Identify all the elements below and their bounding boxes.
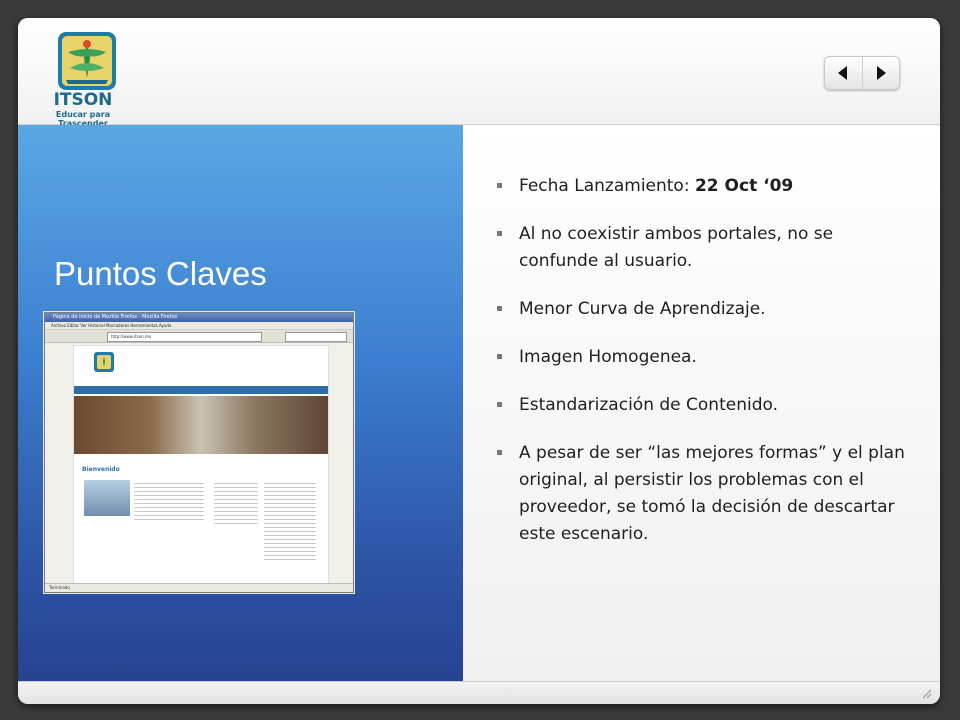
bullet-marker-icon [497,183,502,188]
screenshot-page-photo [74,396,328,454]
logo-title: ITSON [53,90,113,110]
bullet-text: Fecha Lanzamiento: [519,176,695,196]
slide-title: Puntos Claves [54,255,267,292]
previous-slide-button[interactable] [825,57,862,89]
screenshot-status-bar: Terminado [45,583,353,592]
screenshot-page-nav-banner [74,386,328,394]
bullet-list: Fecha Lanzamiento: 22 Oct ‘09 Al no coex… [497,173,917,569]
next-slide-button[interactable] [861,57,900,89]
triangle-right-icon [876,66,886,80]
firefox-screenshot-image: Página de Inicio de Mozilla Firefox - Mo… [44,312,354,593]
bullet-item: Menor Curva de Aprendizaje. [497,296,917,323]
resize-grip-icon[interactable] [920,687,932,699]
bullet-text: Menor Curva de Aprendizaje. [519,299,766,319]
bullet-item: Imagen Homogenea. [497,344,917,371]
slide-navigation [824,56,900,90]
bullet-marker-icon [497,354,502,359]
bullet-marker-icon [497,231,502,236]
bullet-item: Estandarización de Contenido. [497,392,917,419]
bullet-marker-icon [497,450,502,455]
screenshot-page-thumbnail [84,480,130,516]
bullet-marker-icon [497,306,502,311]
screenshot-web-page: Bienvenido [73,345,329,585]
logo-subtitle-line1: Educar para [55,110,111,119]
screenshot-url-bar: http://www.itson.mx [107,332,262,342]
bullet-text: Imagen Homogenea. [519,347,697,367]
bullet-text: Estandarización de Contenido. [519,395,778,415]
bullet-text: A pesar de ser “las mejores formas” y el… [519,443,905,544]
content-panel: Fecha Lanzamiento: 22 Oct ‘09 Al no coex… [463,125,940,681]
bullet-text: Al no coexistir ambos portales, no se co… [519,224,834,271]
screenshot-page-link-list-1 [214,480,258,526]
left-panel: Puntos Claves Página de Inicio de Mozill… [18,125,463,704]
bullet-item: Al no coexistir ambos portales, no se co… [497,221,917,275]
screenshot-menu-bar: Archivo Editar Ver Historial Marcadores … [45,322,353,330]
screenshot-page-text-block [134,480,204,520]
bullet-bold-text: 22 Oct ‘09 [694,176,794,196]
slide-header: ITSON Educar para Trascender [18,18,940,128]
bullet-item: Fecha Lanzamiento: 22 Oct ‘09 [497,173,917,200]
screenshot-search-box [285,332,347,342]
screenshot-page-logo-icon [94,352,114,372]
screenshot-toolbar: http://www.itson.mx [45,330,353,343]
bullet-item: A pesar de ser “las mejores formas” y el… [497,440,917,548]
triangle-left-icon [838,66,848,80]
bullet-marker-icon [497,402,502,407]
slide-footer [18,681,940,704]
screenshot-page-link-list-2 [264,480,316,560]
screenshot-window-title: Página de Inicio de Mozilla Firefox - Mo… [45,313,353,322]
screenshot-page-heading: Bienvenido [82,466,120,473]
slide-frame: ITSON Educar para Trascender Puntos Clav… [18,18,940,704]
